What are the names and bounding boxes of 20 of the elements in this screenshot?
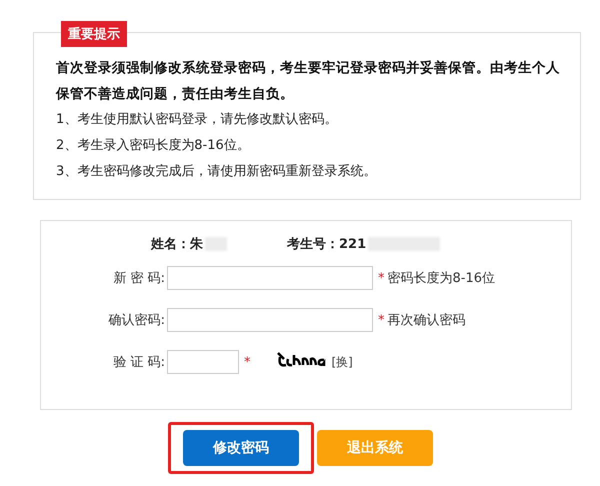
- notice-item: 2、考生录入密码长度为8-16位。: [56, 137, 251, 155]
- field-label: 确认密码:: [108, 312, 165, 329]
- notice-headline: 首次登录须强制修改系统登录密码，考生要牢记登录密码并妥善保管。由考生个人保管不善造成问题，责任由考生自负。: [56, 59, 561, 104]
- required-mark: *: [244, 354, 250, 370]
- field-label: 新 密 码:: [112, 270, 165, 287]
- field-hint: 密码长度为8-16位: [388, 270, 496, 287]
- required-mark: *: [378, 270, 384, 286]
- action-button[interactable]: 修改密码: [183, 430, 299, 466]
- required-mark: *: [378, 312, 384, 328]
- input-field[interactable]: [167, 308, 373, 332]
- field-label: 验 证 码:: [112, 354, 165, 371]
- input-field[interactable]: [167, 266, 373, 290]
- notice-item: 1、考生使用默认密码登录，请先修改默认密码。: [56, 111, 338, 129]
- input-field[interactable]: [167, 350, 239, 374]
- notice-tag: 重要提示: [61, 21, 127, 47]
- refresh-link[interactable]: [换]: [332, 354, 353, 370]
- info-text: 考生号：221: [287, 236, 366, 253]
- info-text: 姓名：朱: [151, 236, 203, 253]
- notice-item: 3、考生密码修改完成后，请使用新密码重新登录系统。: [56, 163, 378, 181]
- field-hint: 再次确认密码: [388, 312, 466, 329]
